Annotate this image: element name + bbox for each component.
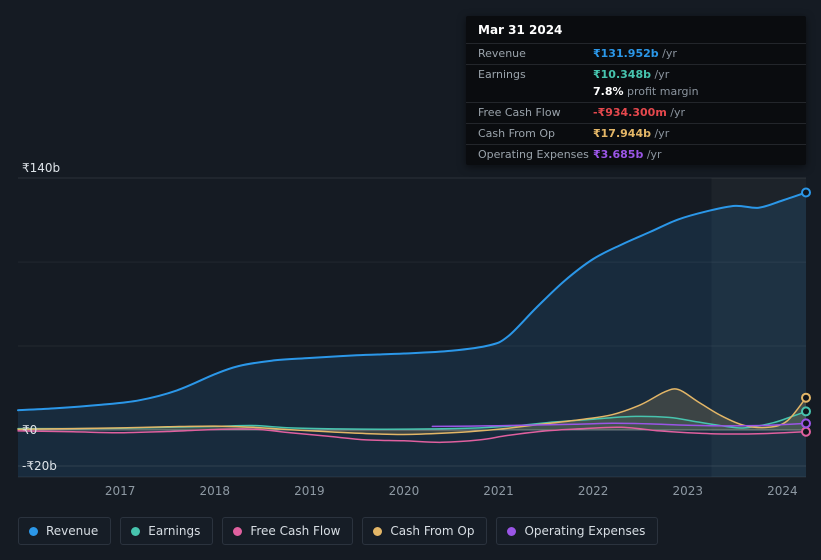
x-axis-label: 2024 (767, 484, 798, 498)
tooltip-date: Mar 31 2024 (478, 23, 563, 37)
y-axis-label: ₹0 (22, 423, 38, 438)
tooltip-label: Operating Expenses (478, 148, 589, 161)
chart-tooltip: Mar 31 2024 Revenue ₹131.952b /yr Earnin… (466, 16, 806, 165)
tooltip-row-free-cash-flow: Free Cash Flow -₹934.300m /yr (466, 102, 806, 123)
tooltip-row-earnings: Earnings ₹10.348b /yr (466, 64, 806, 85)
tooltip-suffix: /yr (643, 148, 662, 161)
tooltip-row-cash-from-op: Cash From Op ₹17.944b /yr (466, 123, 806, 144)
tooltip-value-free-cash-flow: -₹934.300m (593, 106, 667, 119)
legend-label: Operating Expenses (524, 524, 646, 538)
y-axis-label: -₹20b (22, 459, 57, 474)
legend-label: Earnings (148, 524, 201, 538)
tooltip-value-profit-margin: 7.8% (593, 85, 624, 98)
chart-legend: Revenue Earnings Free Cash Flow Cash From O… (18, 517, 659, 545)
revenue-series-dot-icon (29, 526, 38, 536)
tooltip-label: Cash From Op (478, 127, 556, 140)
earnings-revenue-history-panel: Mar 31 2024 Revenue ₹131.952b /yr Earnin… (0, 0, 821, 560)
operating-expenses-end-marker (801, 418, 811, 429)
legend-free-cash-flow[interactable]: Free Cash Flow (222, 517, 354, 545)
earnings-series-dot-icon (131, 526, 141, 536)
tooltip-suffix: /yr (650, 68, 670, 81)
cash-from-op-end-marker (801, 392, 811, 403)
tooltip-label: Revenue (478, 47, 526, 60)
x-axis-label: 2018 (199, 484, 231, 498)
revenue-end-marker (801, 187, 811, 198)
tooltip-row-revenue: Revenue ₹131.952b /yr (466, 43, 806, 64)
tooltip-suffix: /yr (650, 127, 670, 140)
tooltip-row-operating-expenses: Operating Expenses ₹3.685b /yr (466, 144, 806, 165)
tooltip-label: Earnings (478, 68, 526, 81)
free-cash-flow-end-marker (801, 426, 811, 437)
cash-from-op-series-dot-icon (373, 526, 383, 536)
x-axis-label: 2023 (672, 484, 704, 498)
x-axis-label: 2019 (294, 484, 325, 498)
earnings-end-marker (801, 406, 811, 417)
operating-expenses-series-dot-icon (507, 526, 517, 536)
legend-earnings[interactable]: Earnings (120, 517, 214, 545)
y-axis-label: ₹140b (22, 161, 61, 175)
tooltip-value-operating-expenses: ₹3.685b (593, 148, 644, 161)
tooltip-suffix: /yr (666, 106, 686, 119)
legend-revenue[interactable]: Revenue (18, 517, 112, 545)
legend-operating-expenses[interactable]: Operating Expenses (496, 517, 659, 545)
legend-cash-from-op[interactable]: Cash From Op (362, 517, 488, 545)
tooltip-row-profit-margin: 7.8% profit margin (466, 85, 806, 102)
tooltip-suffix: /yr (658, 47, 677, 60)
x-axis-label: 2017 (104, 484, 136, 498)
legend-label: Free Cash Flow (250, 524, 341, 538)
x-axis-label: 2020 (388, 484, 420, 498)
tooltip-suffix: profit margin (623, 85, 699, 98)
tooltip-value-earnings: ₹10.348b (593, 68, 651, 81)
x-axis-label: 2021 (483, 484, 514, 498)
tooltip-label: Free Cash Flow (478, 106, 561, 119)
legend-label: Revenue (46, 524, 99, 538)
x-axis-label: 2022 (577, 484, 609, 498)
tooltip-value-revenue: ₹131.952b (593, 47, 659, 60)
legend-label: Cash From Op (390, 524, 475, 538)
tooltip-value-cash-from-op: ₹17.944b (593, 127, 651, 140)
free-cash-flow-series-dot-icon (233, 526, 243, 536)
